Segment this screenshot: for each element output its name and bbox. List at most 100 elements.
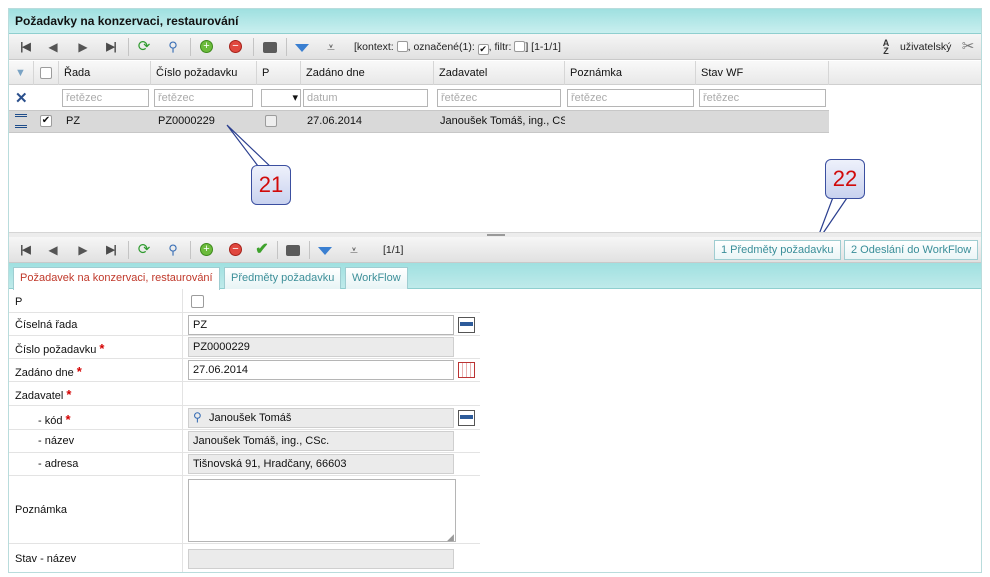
form-row-p: P [9, 291, 480, 313]
form-row-zadavatel: Zadavatel * [9, 382, 480, 406]
search-icon[interactable]: ⚲ [165, 242, 181, 258]
callout-22: 22 [825, 159, 865, 199]
rada-input[interactable]: PZ [188, 315, 454, 335]
resize-handle-icon[interactable]: ◢ [447, 532, 454, 543]
refresh-icon[interactable]: ⟳ [136, 39, 152, 55]
callout-21: 21 [251, 165, 291, 205]
adresa-input[interactable]: Tišnovská 91, Hradčany, 66603 [188, 454, 454, 474]
poznamka-label: Poznámka [15, 504, 67, 516]
filter-clear-icon[interactable]: ⩡ [323, 39, 339, 55]
zadano-label: Zadáno dne * [15, 364, 82, 379]
cell-zadavatel: Janoušek Tomáš, ing., CS [440, 115, 565, 127]
filter-rada-input[interactable]: řetězec [62, 89, 149, 107]
add-icon[interactable]: + [200, 243, 213, 256]
next-record-icon[interactable]: ▶ [75, 39, 91, 55]
filter-stav-input[interactable]: řetězec [699, 89, 826, 107]
form-row-zadano: Zadáno dne * 27.06.2014 [9, 359, 480, 382]
cislo-input[interactable]: PZ0000229 [188, 337, 454, 357]
panel-titlebar: Požadavky na konzervaci, restaurování [9, 9, 981, 34]
marked-checkbox[interactable]: ✔ [477, 44, 489, 55]
tab-pozadavek[interactable]: Požadavek na konzervaci, restaurování [13, 267, 220, 290]
p-label: P [15, 296, 23, 308]
tools-icon[interactable]: ✂ [960, 39, 976, 55]
cell-p-checkbox[interactable] [265, 115, 277, 127]
nazev-label: - název [38, 435, 75, 447]
column-p[interactable]: P [257, 61, 301, 85]
filter-cislo-input[interactable]: řetězec [154, 89, 253, 107]
stav-label: Stav - název [15, 553, 77, 565]
cell-rada: PZ [66, 115, 81, 127]
stav-input[interactable] [188, 549, 454, 569]
delete-icon[interactable]: − [229, 243, 242, 256]
odeslani-workflow-button[interactable]: 2 Odeslání do WorkFlow [844, 240, 979, 260]
nazev-input[interactable]: Janoušek Tomáš, ing., CSc. [188, 431, 454, 451]
filter-icon[interactable] [295, 44, 309, 52]
p-checkbox[interactable] [191, 295, 204, 308]
first-record-icon[interactable]: |◀ [17, 242, 33, 258]
prev-record-icon[interactable]: ◀ [45, 39, 61, 55]
tab-predmety[interactable]: Předměty požadavku [224, 267, 342, 289]
kod-input[interactable]: Janoušek Tomáš [188, 408, 454, 428]
search-icon[interactable]: ⚲ [165, 39, 181, 55]
last-record-icon[interactable]: ▶| [103, 39, 119, 55]
select-all-column[interactable] [34, 61, 59, 85]
column-rada[interactable]: Řada [59, 61, 151, 85]
column-zadano[interactable]: Zadáno dne [301, 61, 434, 85]
add-icon[interactable]: + [200, 40, 213, 53]
print-icon[interactable] [263, 42, 277, 53]
zadano-input[interactable]: 27.06.2014 [188, 360, 454, 380]
next-record-icon[interactable]: ▶ [75, 242, 91, 258]
delete-icon[interactable]: − [229, 40, 242, 53]
filter-clear-icon[interactable]: ⩡ [346, 242, 362, 258]
filter-icon[interactable] [318, 247, 332, 255]
form-row-adresa: - adresa Tišnovská 91, Hradčany, 66603 [9, 453, 480, 476]
form-row-cislo: Číslo požadavku * PZ0000229 [9, 336, 480, 359]
column-stav[interactable]: Stav WF [696, 61, 829, 85]
adresa-label: - adresa [38, 458, 79, 470]
tab-workflow[interactable]: WorkFlow [345, 267, 408, 289]
list-picker-icon[interactable] [458, 410, 475, 426]
filter-zadano-input[interactable]: datum [303, 89, 428, 107]
row-select-checkbox[interactable]: ✔ [40, 115, 52, 127]
main-panel: Požadavky na konzervaci, restaurování |◀… [8, 8, 982, 573]
table-row[interactable]: ✔ PZ PZ0000229 27.06.2014 Janoušek Tomáš… [9, 110, 829, 133]
print-icon[interactable] [286, 245, 300, 256]
save-check-icon[interactable]: ✔ [254, 242, 270, 258]
lookup-search-icon[interactable]: ⚲ [193, 410, 202, 424]
filter-poznamka-input[interactable]: řetězec [567, 89, 694, 107]
predmety-button[interactable]: 1 Předměty požadavku [714, 240, 841, 260]
column-poznamka[interactable]: Poznámka [565, 61, 696, 85]
prev-record-icon[interactable]: ◀ [45, 242, 61, 258]
form-row-poznamka: Poznámka ◢ [9, 476, 480, 544]
filter-toggle-icon[interactable]: ▼ [9, 61, 34, 85]
grid-toolbar: |◀ ◀ ▶ ▶| ⟳ ⚲ + − ⩡ [kontext: , označené… [9, 34, 981, 60]
sort-label[interactable]: uživatelský [900, 41, 951, 53]
kod-label: - kód * [38, 412, 71, 427]
filter-p-select[interactable]: ▾ [261, 89, 301, 107]
list-picker-icon[interactable] [458, 317, 475, 333]
rada-label: Číselná řada [15, 319, 78, 331]
last-record-icon[interactable]: ▶| [103, 242, 119, 258]
calendar-icon[interactable] [458, 362, 475, 378]
form-row-nazev: - název Janoušek Tomáš, ing., CSc. [9, 430, 480, 453]
column-zadavatel[interactable]: Zadavatel [434, 61, 565, 85]
context-checkbox[interactable] [396, 41, 408, 52]
clear-filter-icon[interactable]: ✕ [15, 89, 28, 107]
cell-cislo: PZ0000229 [158, 115, 215, 127]
grid-header: ▼ Řada Číslo požadavku P Zadáno dne Zada… [9, 61, 981, 85]
select-all-checkbox[interactable] [40, 67, 52, 79]
refresh-icon[interactable]: ⟳ [136, 242, 152, 258]
row-menu-icon[interactable] [15, 114, 27, 128]
record-counter: [1/1] [383, 244, 404, 256]
form-row-kod: - kód * Janoušek Tomáš ⚲ [9, 406, 480, 430]
column-cislo[interactable]: Číslo požadavku [151, 61, 257, 85]
poznamka-textarea[interactable] [188, 479, 456, 542]
cislo-label: Číslo požadavku * [15, 341, 105, 356]
first-record-icon[interactable]: |◀ [17, 39, 33, 55]
context-info: [kontext: , označené(1): ✔, filtr: ] [1-… [354, 41, 561, 55]
filter-checkbox[interactable] [514, 41, 526, 52]
filter-zadavatel-input[interactable]: řetězec [437, 89, 561, 107]
form-row-stav: Stav - název [9, 545, 480, 571]
detail-tabs: Požadavek na konzervaci, restaurování Př… [9, 263, 981, 290]
sort-az-icon[interactable]: AZ [878, 39, 894, 56]
